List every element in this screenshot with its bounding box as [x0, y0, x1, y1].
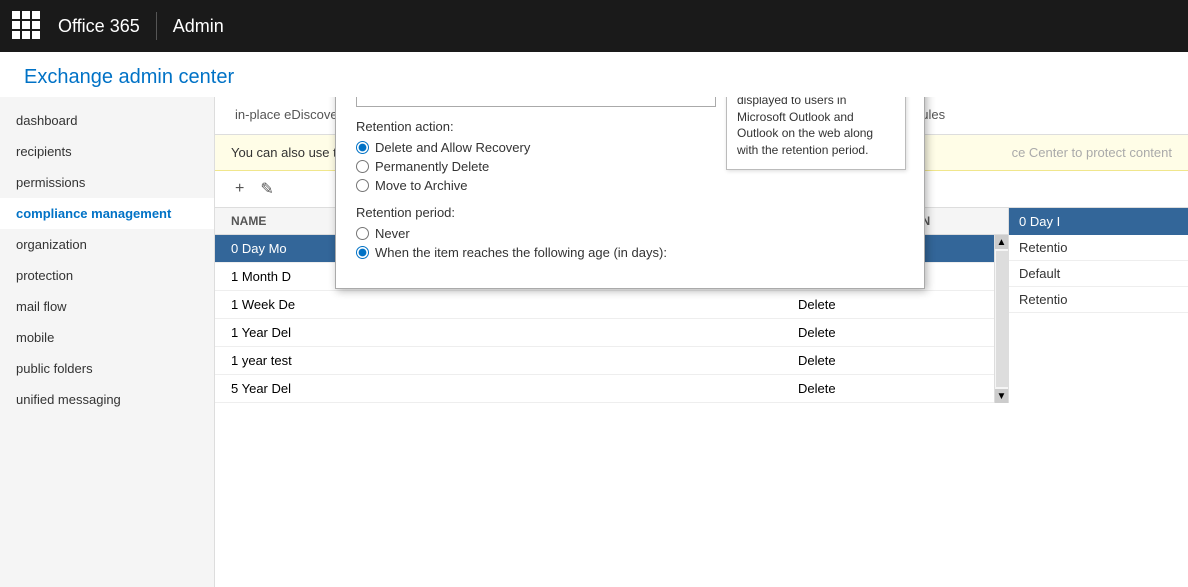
scroll-up-button[interactable]: ▲ — [995, 235, 1009, 249]
sidebar: dashboard recipients permissions complia… — [0, 97, 215, 587]
name-input[interactable] — [356, 97, 716, 107]
sidebar-item-permissions[interactable]: permissions — [0, 167, 214, 198]
right-panel-item: Retentio — [1009, 235, 1188, 261]
retention-period-group: Retention period: Never When the item re… — [356, 205, 904, 260]
sidebar-item-public-folders[interactable]: public folders — [0, 353, 214, 384]
table-row[interactable]: 1 year test Delete — [215, 347, 994, 375]
content-area: dashboard recipients permissions complia… — [0, 97, 1188, 587]
top-bar: Office 365 Admin — [0, 0, 1188, 52]
scroll-thumb[interactable] — [996, 251, 1008, 387]
radio-when-item-reaches-input[interactable] — [356, 246, 369, 259]
scroll-down-button[interactable]: ▼ — [995, 389, 1009, 403]
scroll-bar[interactable]: ▲ ▼ — [994, 235, 1008, 403]
table-row[interactable]: 1 Week De Delete — [215, 291, 994, 319]
radio-delete-allow-recovery-input[interactable] — [356, 141, 369, 154]
sidebar-item-dashboard[interactable]: dashboard — [0, 105, 214, 136]
radio-delete-allow-recovery[interactable]: Delete and Allow Recovery — [356, 140, 904, 155]
row-action: Delete — [798, 297, 978, 312]
retention-action-label: Retention action: — [356, 119, 904, 134]
radio-when-item-reaches[interactable]: When the item reaches the following age … — [356, 245, 904, 260]
edit-button[interactable]: ✎ — [256, 177, 277, 201]
sidebar-item-compliance-management[interactable]: compliance management — [0, 198, 214, 229]
sidebar-item-mobile[interactable]: mobile — [0, 322, 214, 353]
retention-action-group: Retention action: Delete and Allow Recov… — [356, 119, 904, 193]
right-panel: 0 Day I Retentio Default Retentio — [1008, 208, 1188, 403]
admin-label: Admin — [173, 16, 224, 37]
row-action: Delete — [798, 325, 978, 340]
warning-text-1: You can also use the — [231, 145, 351, 160]
waffle-icon[interactable] — [12, 11, 42, 41]
add-button[interactable]: + — [231, 178, 248, 200]
radio-never[interactable]: Never — [356, 226, 904, 241]
row-name: 1 Week De — [231, 297, 798, 312]
main-content: in-place eDiscovery & hold auditing data… — [215, 97, 1188, 587]
radio-when-item-reaches-label: When the item reaches the following age … — [375, 245, 667, 260]
sidebar-item-recipients[interactable]: recipients — [0, 136, 214, 167]
row-name: 1 Year Del — [231, 325, 798, 340]
radio-move-to-archive-input[interactable] — [356, 179, 369, 192]
row-name: 5 Year Del — [231, 381, 798, 396]
radio-never-input[interactable] — [356, 227, 369, 240]
retention-period-label: Retention period: — [356, 205, 904, 220]
page-container: Exchange admin center dashboard recipien… — [0, 52, 1188, 587]
radio-delete-allow-recovery-label: Delete and Allow Recovery — [375, 140, 530, 155]
modal-form: new tag applied by users to items and fo… — [336, 97, 924, 288]
sidebar-item-protection[interactable]: protection — [0, 260, 214, 291]
warning-text-right: ce Center to protect content — [1012, 145, 1172, 160]
right-panel-item: Retentio — [1009, 287, 1188, 313]
name-form-group: *Name: Retention tag names are displayed… — [356, 97, 904, 107]
top-bar-divider — [156, 12, 157, 40]
office365-title: Office 365 — [58, 16, 140, 37]
right-panel-item: Default — [1009, 261, 1188, 287]
radio-move-to-archive-label: Move to Archive — [375, 178, 468, 193]
row-action: Delete — [798, 353, 978, 368]
row-action: Delete — [798, 381, 978, 396]
row-name: 1 year test — [231, 353, 798, 368]
browser-window: e new tag applied by users to ite... — □… — [335, 97, 925, 289]
radio-permanently-delete-label: Permanently Delete — [375, 159, 489, 174]
right-panel-header: 0 Day I — [1009, 208, 1188, 235]
table-row[interactable]: 5 Year Del Delete — [215, 375, 994, 403]
sidebar-item-organization[interactable]: organization — [0, 229, 214, 260]
sidebar-item-mail-flow[interactable]: mail flow — [0, 291, 214, 322]
eac-title: Exchange admin center — [0, 52, 1188, 97]
radio-never-label: Never — [375, 226, 410, 241]
table-row[interactable]: 1 Year Del Delete — [215, 319, 994, 347]
sidebar-item-unified-messaging[interactable]: unified messaging — [0, 384, 214, 415]
radio-permanently-delete-input[interactable] — [356, 160, 369, 173]
radio-permanently-delete[interactable]: Permanently Delete — [356, 159, 904, 174]
radio-move-to-archive[interactable]: Move to Archive — [356, 178, 904, 193]
